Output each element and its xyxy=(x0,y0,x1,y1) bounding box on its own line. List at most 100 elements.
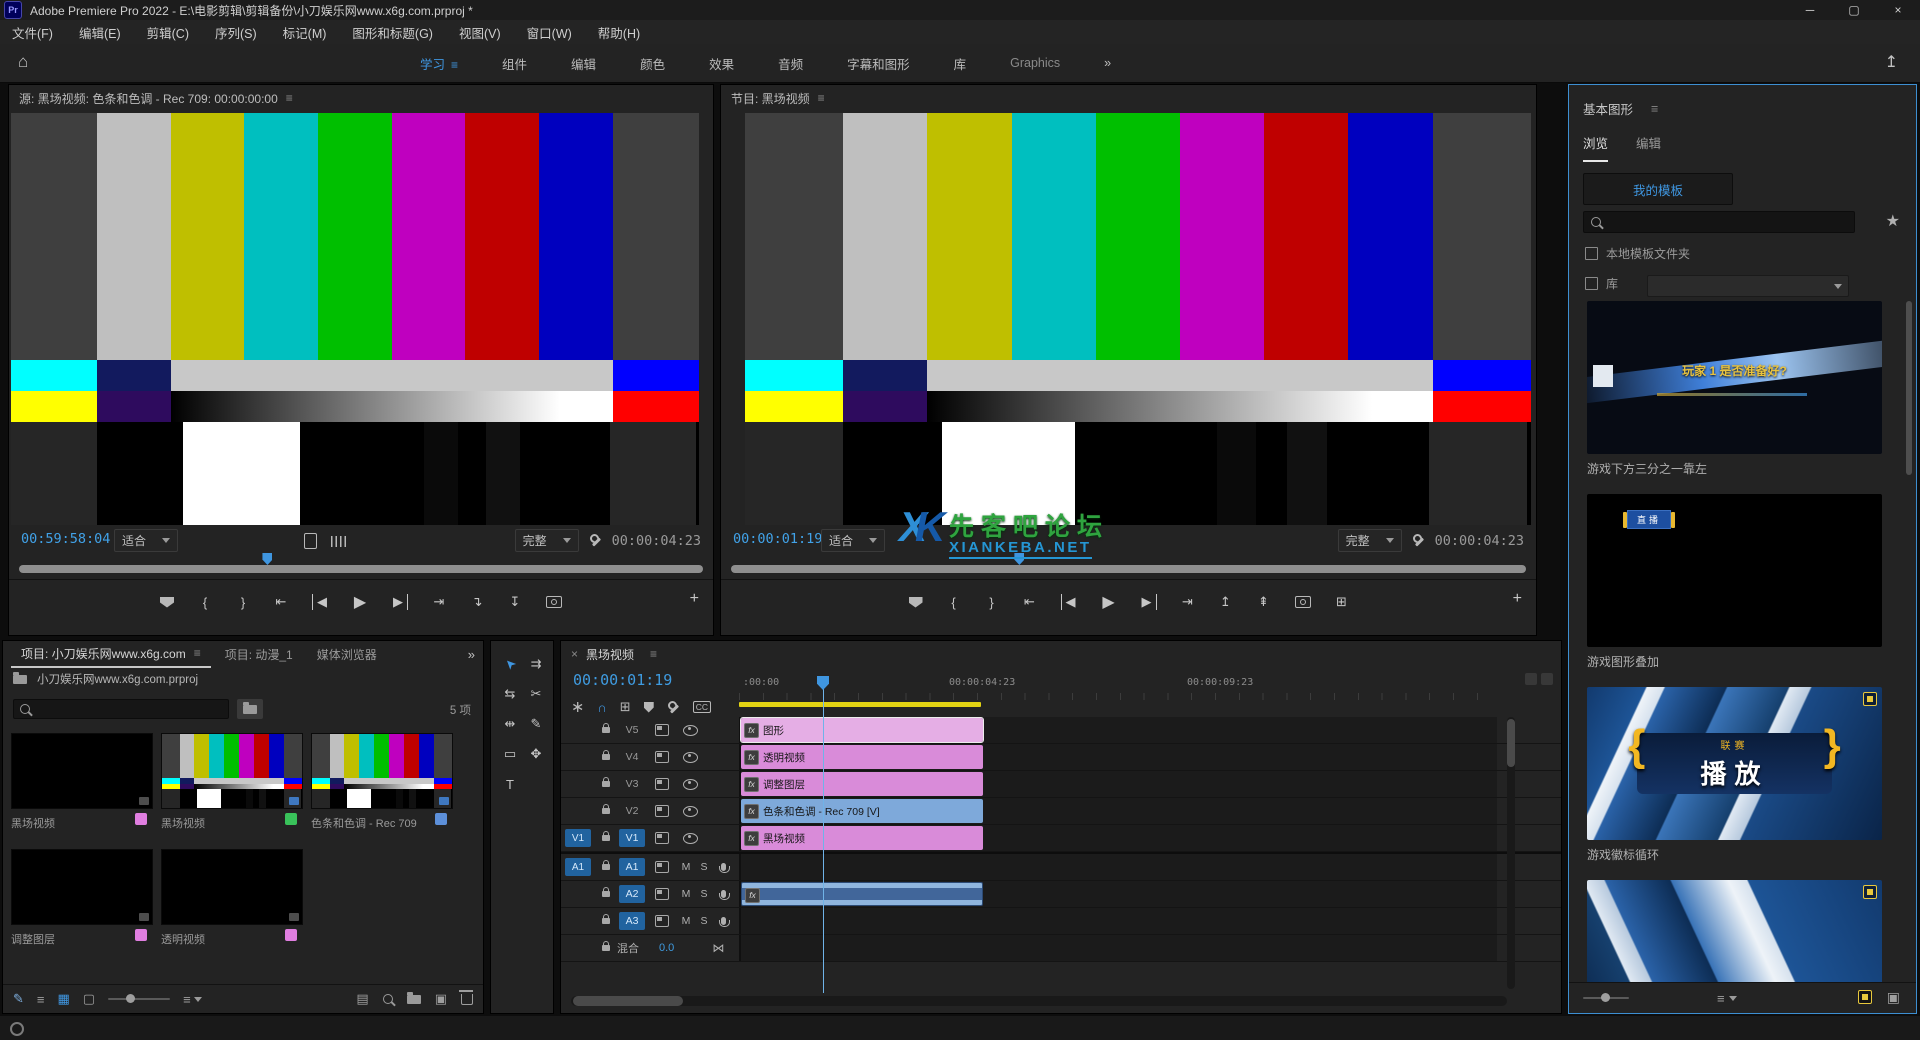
program-playback-resolution-select[interactable]: 完整 xyxy=(1338,529,1402,552)
thumbnail-size-slider[interactable] xyxy=(108,998,170,1000)
clip-name[interactable]: 色条和色调 - Rec 709 xyxy=(311,815,421,831)
track-lane[interactable]: fx xyxy=(739,881,1497,907)
settings-wrench-icon[interactable] xyxy=(1412,534,1425,547)
timeline-ruler[interactable]: :00:00 00:00:04:23 00:00:09:23 xyxy=(739,675,1499,701)
mark-in-button[interactable]: { xyxy=(198,595,212,610)
template-search-input[interactable] xyxy=(1583,211,1855,233)
menu-graphics-titles[interactable]: 图形和标题(G) xyxy=(352,23,433,42)
mix-fade-icon[interactable]: ⋈ xyxy=(712,941,724,955)
clip-transparent-video[interactable]: fx透明视频 xyxy=(741,745,983,769)
mark-out-button[interactable]: } xyxy=(236,595,250,610)
snap-magnet-icon[interactable]: ∩ xyxy=(597,700,606,715)
clip-black-video[interactable]: fx黑场视频 xyxy=(741,826,983,850)
track-name[interactable]: A1 xyxy=(619,858,645,876)
step-forward-button[interactable]: ▶ xyxy=(1140,594,1157,610)
label-color-chip[interactable] xyxy=(435,813,447,825)
track-output-icon[interactable] xyxy=(655,724,669,736)
mute-button[interactable]: M xyxy=(677,861,695,873)
insert-button[interactable]: ↴ xyxy=(470,594,484,610)
lock-icon[interactable] xyxy=(602,835,610,841)
audio-clip[interactable]: fx xyxy=(741,882,983,906)
workspace-tab-libraries[interactable]: 库 xyxy=(954,54,967,73)
label-color-chip[interactable] xyxy=(135,929,147,941)
local-templates-checkbox[interactable] xyxy=(1585,247,1598,260)
panel-menu-icon[interactable]: ≡ xyxy=(286,91,293,105)
lift-button[interactable]: ↥ xyxy=(1219,594,1233,610)
solo-button[interactable]: S xyxy=(695,915,713,927)
menu-window[interactable]: 窗口(W) xyxy=(527,23,572,42)
source-patch-badge[interactable]: A1 xyxy=(565,858,591,876)
step-back-button[interactable]: ◀ xyxy=(1061,594,1078,610)
template-thumbnail[interactable] xyxy=(1587,880,1882,983)
track-name[interactable]: V4 xyxy=(617,751,647,763)
source-timecode[interactable]: 00:59:58:04 xyxy=(21,531,110,547)
project-search-input[interactable] xyxy=(13,699,229,719)
template-caption[interactable]: 游戏下方三分之一靠左 xyxy=(1587,460,1882,476)
clip-name[interactable]: 调整图层 xyxy=(11,931,121,947)
template-thumbnail[interactable]: { } 联赛 播放 xyxy=(1587,687,1882,840)
maximize-button[interactable]: ▢ xyxy=(1832,0,1876,20)
tab-browse[interactable]: 浏览 xyxy=(1583,133,1608,162)
track-lane[interactable]: fx黑场视频 xyxy=(739,825,1497,851)
go-to-in-button[interactable]: ⇤ xyxy=(274,594,288,610)
track-output-icon[interactable] xyxy=(655,915,669,927)
source-zoom-select[interactable]: 适合 xyxy=(114,529,178,552)
template-item[interactable]: 玩家 1 是否准备好? 游戏下方三分之一靠左 xyxy=(1587,301,1882,476)
program-playhead-marker[interactable] xyxy=(1014,553,1024,565)
project-file-row[interactable]: 小刀娱乐网www.x6g.com.prproj xyxy=(13,671,198,687)
play-button[interactable]: ▶ xyxy=(1102,592,1116,612)
sort-filter-button[interactable]: ≡ xyxy=(1717,991,1737,1006)
project-writable-pencil-icon[interactable]: ✎ xyxy=(13,991,24,1007)
tab-overflow-icon[interactable]: » xyxy=(468,647,475,662)
panel-menu-icon[interactable]: ≡ xyxy=(650,647,657,661)
lock-icon[interactable] xyxy=(602,808,610,814)
timeline-corner-buttons[interactable] xyxy=(1525,673,1553,685)
favorites-star-icon[interactable]: ★ xyxy=(1886,211,1900,231)
label-color-chip[interactable] xyxy=(285,929,297,941)
voiceover-mic-icon[interactable] xyxy=(721,890,726,898)
source-playback-resolution-select[interactable]: 完整 xyxy=(515,529,579,552)
label-color-chip[interactable] xyxy=(135,813,147,825)
track-lane[interactable] xyxy=(739,908,1497,934)
list-view-icon[interactable]: ≡ xyxy=(37,992,45,1007)
add-marker-icon[interactable] xyxy=(644,702,654,713)
nest-toggle-icon[interactable]: ∗ xyxy=(571,697,584,717)
track-output-icon[interactable] xyxy=(655,861,669,873)
go-to-in-button[interactable]: ⇤ xyxy=(1023,594,1037,610)
pen-tool[interactable]: ✎ xyxy=(531,716,542,732)
export-frame-button[interactable] xyxy=(546,596,562,608)
export-frame-button[interactable] xyxy=(1295,596,1311,608)
clip-name[interactable]: 透明视频 xyxy=(161,931,271,947)
workspace-tab-captions-graphics[interactable]: 字幕和图形 xyxy=(847,54,910,73)
clip-thumbnail[interactable] xyxy=(161,849,303,925)
eye-icon[interactable] xyxy=(683,779,698,790)
settings-wrench-icon[interactable] xyxy=(589,534,602,547)
panel-menu-icon[interactable]: ≡ xyxy=(1651,102,1658,116)
template-list-scrollbar[interactable] xyxy=(1906,301,1912,475)
track-name[interactable]: A3 xyxy=(619,912,645,930)
my-templates-button[interactable]: 我的模板 xyxy=(1583,173,1733,205)
sequence-tab[interactable]: 黑场视频 xyxy=(586,646,634,663)
hand-tool[interactable]: ✥ xyxy=(531,746,542,762)
project-item[interactable]: 透明视频 xyxy=(161,849,303,965)
clip-graphic[interactable]: fx图形 xyxy=(741,718,983,742)
search-bin-button[interactable] xyxy=(237,699,263,719)
scrollbar-handle[interactable] xyxy=(1507,719,1515,767)
export-share-icon[interactable]: ↥ xyxy=(1885,52,1898,72)
track-output-icon[interactable] xyxy=(655,888,669,900)
label-color-chip[interactable] xyxy=(285,813,297,825)
freeform-view-icon[interactable]: ▢ xyxy=(83,991,95,1007)
workspace-tab-graphics-ext[interactable]: Graphics xyxy=(1010,56,1060,70)
extract-button[interactable]: ⇞ xyxy=(1257,594,1271,610)
clip-thumbnail[interactable] xyxy=(11,849,153,925)
menu-clip[interactable]: 剪辑(C) xyxy=(147,23,189,42)
menu-file[interactable]: 文件(F) xyxy=(12,23,53,42)
track-output-icon[interactable] xyxy=(655,832,669,844)
lock-icon[interactable] xyxy=(602,864,610,870)
motion-filter-icon[interactable] xyxy=(1858,990,1872,1004)
ripple-edit-tool[interactable]: ⇆ xyxy=(505,686,516,702)
libraries-checkbox[interactable] xyxy=(1585,277,1598,290)
workspace-overflow-icon[interactable]: » xyxy=(1104,56,1111,70)
drag-video-icon[interactable] xyxy=(304,533,317,549)
timeline-settings-wrench-icon[interactable] xyxy=(667,701,680,714)
